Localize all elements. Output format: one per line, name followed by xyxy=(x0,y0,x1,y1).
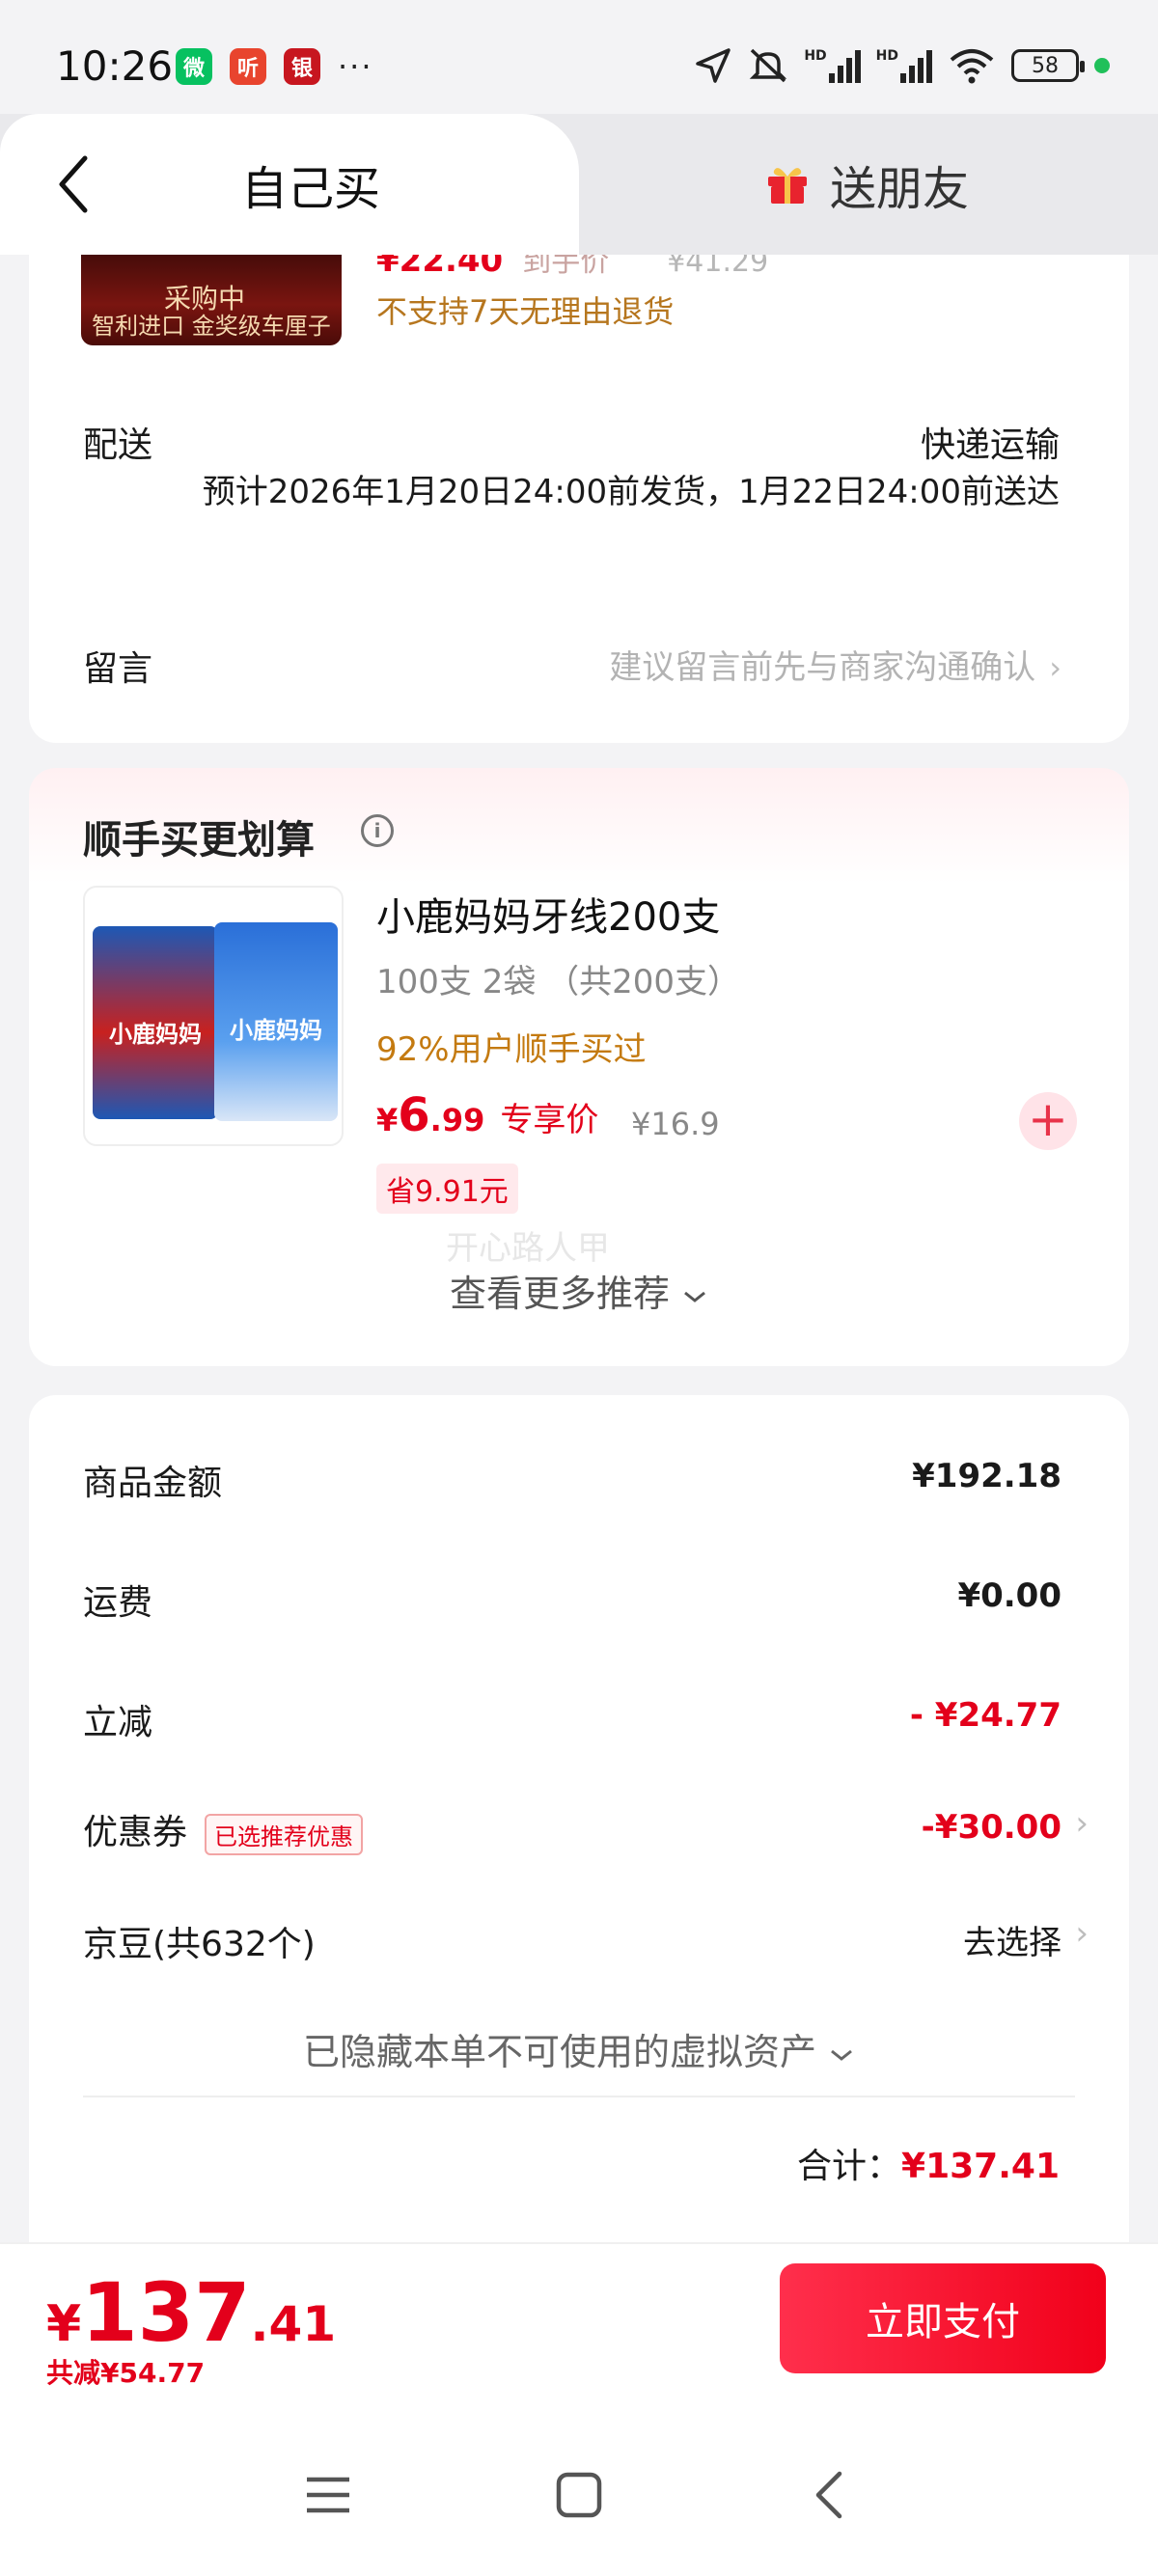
hidden-assets-toggle[interactable]: 已隐藏本单不可使用的虚拟资产 xyxy=(29,2022,1129,2075)
recommended-product-price: ¥6.99 专享价 xyxy=(376,1088,598,1142)
location-icon xyxy=(696,48,731,83)
instant-discount-value: - ¥24.77 xyxy=(909,1696,1062,1735)
pack-label: 小鹿妈妈 xyxy=(109,1021,202,1048)
payment-bar: ¥137.41 共减¥54.77 立即支付 xyxy=(0,2242,1158,2406)
system-navigation-bar xyxy=(0,2406,1158,2576)
product-price: ¥22.40 xyxy=(376,255,504,280)
gift-icon xyxy=(768,168,807,204)
add-to-order-button[interactable]: + xyxy=(1019,1092,1077,1150)
jd-beans-label: 京豆(共632个) xyxy=(83,1925,316,1964)
more-recommendations-label: 查看更多推荐 xyxy=(449,1273,670,1315)
tab-buy-for-self[interactable]: 自己买 xyxy=(0,114,579,255)
shipping-value: ¥0.00 xyxy=(957,1576,1062,1615)
product-original-price: ¥41.29 xyxy=(667,255,769,279)
coupon-value[interactable]: -¥30.00 xyxy=(922,1808,1062,1847)
bank-app-icon: 银 xyxy=(284,48,320,85)
delivery-method[interactable]: 快递运输 xyxy=(921,417,1060,467)
goods-amount-label: 商品金额 xyxy=(83,1464,223,1503)
recommended-product-popularity: 92%用户顺手买过 xyxy=(376,1030,647,1069)
back-icon[interactable] xyxy=(801,2466,859,2524)
recommended-product-spec: 100支 2袋 （共200支） xyxy=(376,963,741,1001)
status-app-icons: 微 听 银 ··· xyxy=(176,48,373,85)
delivery-eta: 预计2026年1月20日24:00前发货，1月22日24:00前送达 xyxy=(202,473,1060,511)
coupon-row[interactable]: 优惠券 已选推荐优惠 xyxy=(83,1804,364,1855)
savings-badge: 省9.91元 xyxy=(376,1164,518,1214)
jd-beans-select[interactable]: 去选择 xyxy=(963,1916,1062,1963)
hidden-assets-label: 已隐藏本单不可使用的虚拟资产 xyxy=(302,2031,816,2073)
home-icon[interactable] xyxy=(550,2466,608,2524)
pay-currency: ¥ xyxy=(46,2295,82,2353)
delivery-label: 配送 xyxy=(83,425,153,465)
coupon-label: 优惠券 xyxy=(83,1813,188,1852)
signal-1-icon: HD xyxy=(804,48,861,83)
note-placeholder: 建议留言前先与商家沟通确认 xyxy=(609,648,1036,687)
status-indicators: HD HD 58 xyxy=(694,46,1110,85)
note-field[interactable]: 建议留言前先与商家沟通确认 › xyxy=(609,641,1062,688)
coupon-badge: 已选推荐优惠 xyxy=(205,1813,364,1855)
recommended-product-original-price: ¥16.9 xyxy=(631,1106,720,1142)
recommended-product-name[interactable]: 小鹿妈妈牙线200支 xyxy=(376,886,720,942)
signal-2-icon: HD xyxy=(876,48,932,83)
pay-total: ¥137.41 xyxy=(46,2265,336,2360)
divider xyxy=(83,2096,1075,2097)
more-recommendations-link[interactable]: 查看更多推荐 xyxy=(29,1264,1129,1317)
goods-amount-value: ¥192.18 xyxy=(912,1457,1062,1495)
wechat-icon: 微 xyxy=(176,48,212,85)
product-price-label: 到手价 xyxy=(522,255,610,279)
product-image[interactable]: 采购中 智利进口 金奖级车厘子 xyxy=(81,255,342,345)
price-currency: ¥ xyxy=(376,1102,399,1138)
chevron-right-icon: › xyxy=(1075,1914,1089,1953)
product-image-subcaption: 智利进口 金奖级车厘子 xyxy=(92,313,331,340)
watermark: 开心路人甲 xyxy=(446,1229,610,1268)
price-decimal: .99 xyxy=(429,1102,485,1138)
note-label-text: 留言 xyxy=(83,649,153,689)
instant-discount-label: 立减 xyxy=(83,1703,153,1742)
battery-icon: 58 xyxy=(1011,49,1085,82)
mute-icon xyxy=(750,48,787,83)
order-total: 合计：¥137.41 xyxy=(797,2138,1060,2188)
recommendation-card: 顺手买更划算 i 小鹿妈妈 小鹿妈妈 小鹿妈妈牙线200支 100支 2袋 （共… xyxy=(29,768,1129,1366)
chevron-down-icon xyxy=(684,1291,705,1302)
tab-self-label: 自己买 xyxy=(241,162,381,216)
back-arrow-icon[interactable] xyxy=(54,152,93,216)
purchase-mode-tabs: 自己买 送朋友 xyxy=(0,114,1158,255)
pack-label: 小鹿妈妈 xyxy=(230,1017,322,1044)
order-item-card: 采购中 智利进口 金奖级车厘子 ¥22.40 到手价 ¥41.29 不支持7天无理由… xyxy=(29,255,1129,743)
tab-send-to-friend[interactable]: 送朋友 xyxy=(764,151,969,218)
chevron-right-icon: › xyxy=(1049,649,1062,686)
pay-now-button[interactable]: 立即支付 xyxy=(780,2263,1106,2373)
pay-decimal: .41 xyxy=(250,2296,337,2352)
wifi-icon xyxy=(950,49,994,84)
total-savings[interactable]: 共减¥54.77 xyxy=(46,2352,205,2391)
info-icon[interactable]: i xyxy=(361,814,394,847)
chevron-down-icon xyxy=(831,2049,852,2061)
note-label: 留言 xyxy=(83,641,152,691)
status-time: 10:26 xyxy=(56,42,174,90)
shipping-label: 运费 xyxy=(83,1583,153,1623)
pay-integer: 137 xyxy=(81,2265,251,2360)
no-return-notice: 不支持7天无理由退货 xyxy=(376,293,675,330)
more-notifications-icon: ··· xyxy=(338,48,373,85)
product-price-row: ¥22.40 到手价 ¥41.29 xyxy=(376,255,768,280)
privacy-dot-icon xyxy=(1094,58,1110,73)
price-tag: 专享价 xyxy=(500,1101,599,1139)
listen-app-icon: 听 xyxy=(230,48,266,85)
menu-icon[interactable] xyxy=(299,2466,357,2524)
order-total-value: ¥137.41 xyxy=(901,2147,1060,2186)
price-summary-card: 商品金额 ¥192.18 运费 ¥0.00 立减 - ¥24.77 优惠券 已选推… xyxy=(29,1395,1129,2242)
order-total-label: 合计： xyxy=(797,2147,902,2186)
recommendation-title: 顺手买更划算 xyxy=(83,818,315,863)
chevron-right-icon: › xyxy=(1075,1804,1089,1843)
tab-friend-label: 送朋友 xyxy=(830,162,970,216)
price-integer: 6 xyxy=(398,1088,430,1142)
recommended-product-image[interactable]: 小鹿妈妈 小鹿妈妈 xyxy=(83,886,344,1146)
